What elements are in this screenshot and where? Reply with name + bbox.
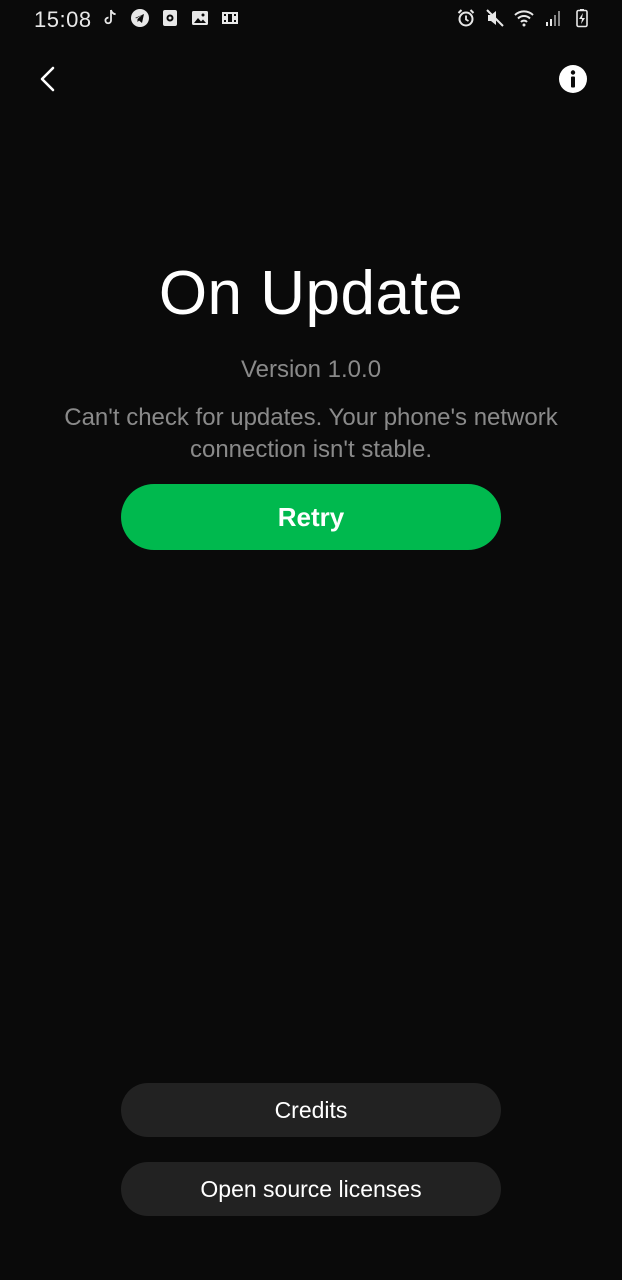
battery-charging-icon <box>572 8 592 28</box>
tiktok-icon <box>100 8 120 28</box>
app-title: On Update <box>158 259 464 328</box>
wifi-icon <box>514 8 534 28</box>
system-icons <box>456 8 592 28</box>
open-source-licenses-button[interactable]: Open source licenses <box>121 1162 501 1216</box>
back-chevron-icon[interactable] <box>30 60 68 98</box>
version-label: Version 1.0.0 <box>240 356 382 383</box>
update-error-message: Can't check for updates. Your phone's ne… <box>64 404 558 463</box>
credits-button[interactable]: Credits <box>121 1083 501 1137</box>
alarm-icon <box>456 8 476 28</box>
status-bar: 15:08 <box>0 0 622 40</box>
retry-button[interactable]: Retry <box>121 484 501 550</box>
screen-recorder-icon <box>160 8 180 28</box>
telegram-icon <box>130 8 150 28</box>
gallery-icon <box>190 8 210 28</box>
info-icon[interactable] <box>558 64 588 94</box>
mute-icon <box>485 8 505 28</box>
signal-icon <box>543 8 563 28</box>
video-icon <box>220 8 240 28</box>
notification-icons <box>100 8 240 28</box>
status-time: 15:08 <box>34 7 92 32</box>
